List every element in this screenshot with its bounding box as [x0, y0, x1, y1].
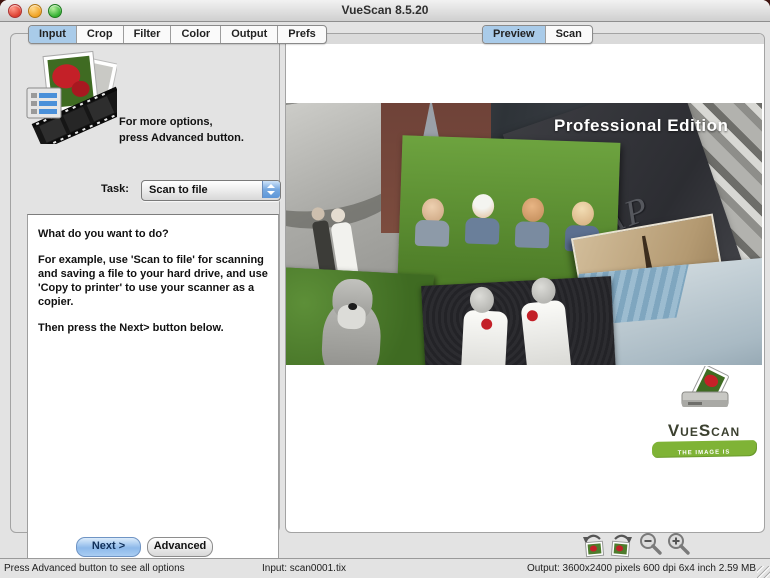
status-bar: Press Advanced button to see all options…	[0, 558, 770, 578]
vuescan-logo: VueScan THE IMAGE IS EVERYTHING	[648, 364, 760, 476]
title-bar[interactable]: VueScan 8.5.20	[0, 0, 770, 22]
tab-output[interactable]: Output	[221, 26, 279, 43]
advanced-button[interactable]: Advanced	[147, 537, 213, 557]
logo-name: VueScan	[667, 421, 741, 440]
status-hint: Press Advanced button to see all options	[4, 563, 185, 574]
description-paragraph: Then press the Next> button below.	[38, 322, 224, 334]
vuescan-window: VueScan 8.5.20 Input Crop Filter Color O…	[0, 0, 770, 578]
task-row: Task: Scan to file	[11, 180, 289, 201]
options-panel: For more options, press Advanced button.…	[10, 33, 281, 565]
zoom-out-icon[interactable]	[638, 531, 664, 558]
next-button[interactable]: Next >	[76, 537, 141, 557]
description-paragraph: For example, use 'Scan to file' for scan…	[38, 254, 268, 308]
tab-crop[interactable]: Crop	[77, 26, 124, 43]
tab-preview[interactable]: Preview	[483, 26, 546, 43]
logo-tagline-brush: THE IMAGE IS EVERYTHING	[651, 440, 757, 476]
tab-prefs[interactable]: Prefs	[278, 26, 326, 43]
preview-splash-image[interactable]: SNAP Professional Edition	[286, 103, 762, 365]
chevron-up-down-icon	[262, 181, 280, 198]
task-dropdown[interactable]: Scan to file	[141, 180, 281, 201]
vuescan-scanner-logo-icon	[681, 364, 729, 407]
resize-grip[interactable]	[757, 566, 770, 578]
tab-color[interactable]: Color	[171, 26, 222, 43]
collage-dog-photo	[286, 266, 434, 365]
rotate-right-icon[interactable]	[609, 531, 635, 558]
settings-tab-bar: Input Crop Filter Color Output Prefs	[28, 25, 327, 44]
description-paragraph: What do you want to do?	[38, 228, 169, 240]
tab-scan[interactable]: Scan	[546, 26, 592, 43]
zoom-in-icon[interactable]	[666, 531, 692, 558]
tab-filter[interactable]: Filter	[124, 26, 172, 43]
edition-label: Professional Edition	[554, 116, 729, 135]
preview-tab-bar: Preview Scan	[482, 25, 593, 44]
status-input-file: Input: scan0001.tix	[262, 563, 346, 574]
description-box: What do you want to do? For example, use…	[27, 214, 279, 565]
collage-boys-photo	[421, 276, 617, 365]
hint-text: For more options, press Advanced button.	[119, 116, 244, 144]
task-dropdown-value: Scan to file	[149, 184, 208, 196]
task-label: Task:	[101, 183, 129, 195]
rotate-left-icon[interactable]	[580, 531, 606, 558]
tab-input[interactable]: Input	[29, 26, 77, 43]
window-title: VueScan 8.5.20	[341, 3, 429, 17]
scan-sources-icon	[26, 50, 117, 144]
logo-tagline: THE IMAGE IS EVERYTHING	[677, 449, 731, 477]
status-output-info: Output: 3600x2400 pixels 600 dpi 6x4 inc…	[526, 563, 756, 574]
